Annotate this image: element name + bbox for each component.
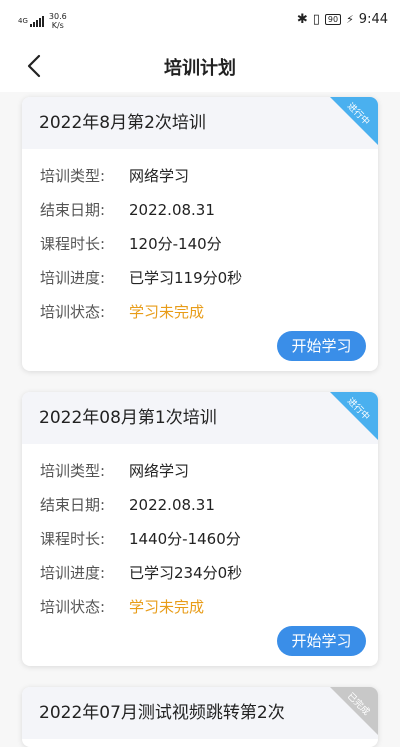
status-right: ✱ ▯ 90 ⚡ 9:44 <box>297 12 388 27</box>
row-status: 培训状态: 学习未完成 <box>40 295 378 329</box>
card-title: 2022年07月测试视频跳转第2次 <box>22 687 378 739</box>
charging-icon: ⚡ <box>346 13 354 26</box>
value-duration: 120分-140分 <box>129 235 222 253</box>
training-card[interactable]: 2022年8月第2次培训 进行中 培训类型: 网络学习 结束日期: 2022.0… <box>22 97 378 371</box>
value-duration: 1440分-1460分 <box>129 530 241 548</box>
value-progress: 已学习119分0秒 <box>129 269 243 287</box>
label-type: 培训类型: <box>40 167 106 185</box>
label-duration: 课程时长: <box>40 235 106 253</box>
value-progress: 已学习234分0秒 <box>129 564 243 582</box>
row-duration: 课程时长: 1440分-1460分 <box>40 522 378 556</box>
clock: 9:44 <box>358 12 388 27</box>
value-end-date: 2022.08.31 <box>129 496 215 514</box>
start-learning-button[interactable]: 开始学习 <box>277 331 366 361</box>
label-progress: 培训进度: <box>40 564 106 582</box>
label-status: 培训状态: <box>40 598 106 616</box>
row-end-date: 结束日期: 2022.08.31 <box>40 488 378 522</box>
value-type: 网络学习 <box>129 462 190 480</box>
label-type: 培训类型: <box>40 462 106 480</box>
label-duration: 课程时长: <box>40 530 106 548</box>
value-status: 学习未完成 <box>129 303 205 321</box>
training-card[interactable]: 2022年08月第1次培训 进行中 培训类型: 网络学习 结束日期: 2022.… <box>22 392 378 666</box>
label-status: 培训状态: <box>40 303 106 321</box>
card-title: 2022年8月第2次培训 <box>22 97 378 149</box>
value-end-date: 2022.08.31 <box>129 201 215 219</box>
training-card[interactable]: 2022年07月测试视频跳转第2次 已完成 <box>22 687 378 747</box>
signal-icon <box>29 15 44 27</box>
row-progress: 培训进度: 已学习234分0秒 <box>40 556 378 590</box>
row-progress: 培训进度: 已学习119分0秒 <box>40 261 378 295</box>
value-type: 网络学习 <box>129 167 190 185</box>
label-end-date: 结束日期: <box>40 201 106 219</box>
speed-value: 30.6 <box>48 12 67 21</box>
row-duration: 课程时长: 120分-140分 <box>40 227 378 261</box>
status-bar: 4G 30.6 K/s ✱ ▯ 90 ⚡ 9:44 <box>0 0 400 40</box>
app-header: 培训计划 <box>0 40 400 92</box>
network-type: 4G <box>18 16 28 25</box>
label-end-date: 结束日期: <box>40 496 106 514</box>
row-end-date: 结束日期: 2022.08.31 <box>40 193 378 227</box>
status-left: 4G 30.6 K/s <box>18 12 67 30</box>
battery-icon: 90 <box>324 14 342 25</box>
row-status: 培训状态: 学习未完成 <box>40 590 378 624</box>
start-learning-button[interactable]: 开始学习 <box>277 626 366 656</box>
speed-unit: K/s <box>51 21 64 30</box>
page-title: 培训计划 <box>164 58 236 79</box>
bluetooth-icon: ✱ <box>296 12 308 27</box>
vibrate-icon: ▯ <box>312 12 320 27</box>
row-type: 培训类型: 网络学习 <box>40 159 378 193</box>
row-type: 培训类型: 网络学习 <box>40 454 378 488</box>
label-progress: 培训进度: <box>40 269 106 287</box>
network-speed: 30.6 K/s <box>49 12 67 30</box>
value-status: 学习未完成 <box>129 598 205 616</box>
card-title: 2022年08月第1次培训 <box>22 392 378 444</box>
